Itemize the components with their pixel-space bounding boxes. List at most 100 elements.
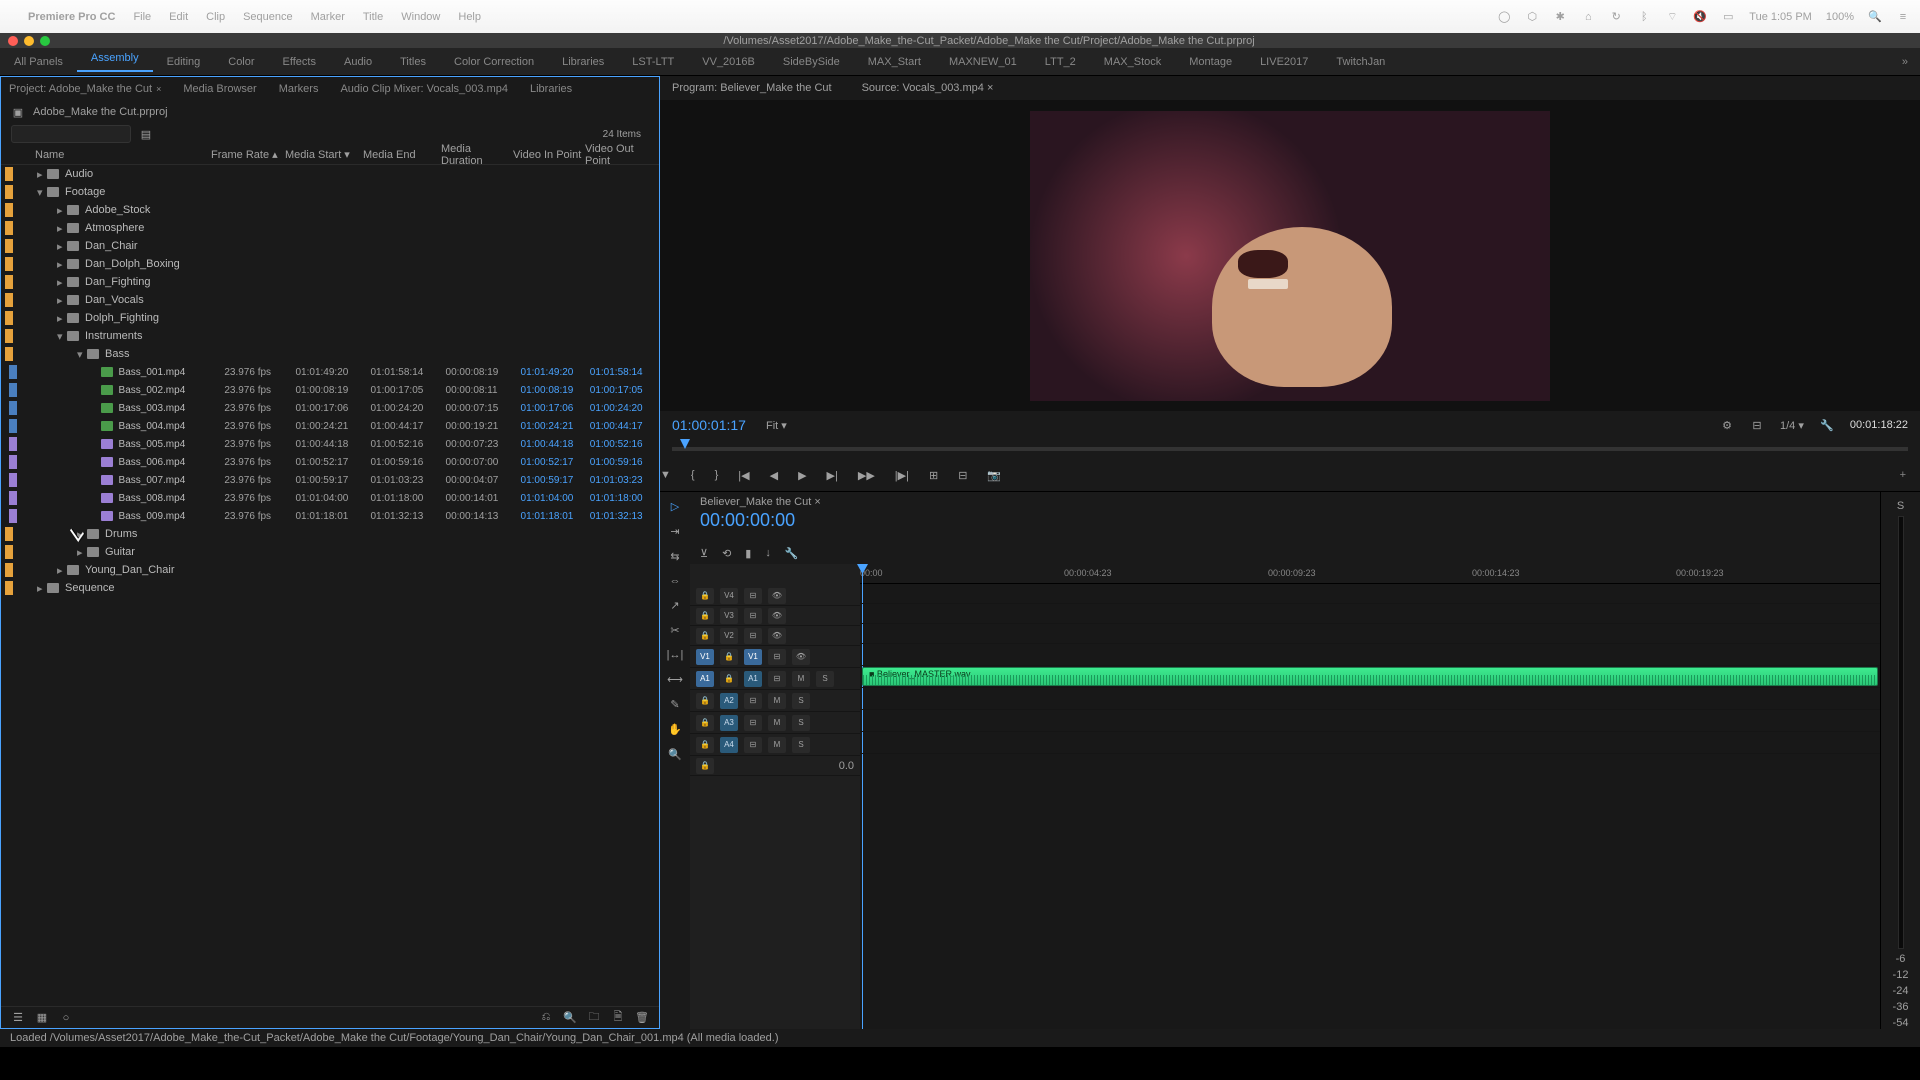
icon-view-icon[interactable]: ▦ [35, 1011, 49, 1024]
video-track-header[interactable]: 🔒V4⊟👁 [690, 586, 860, 606]
tab-project[interactable]: Project: Adobe_Make the Cut× [9, 83, 161, 95]
col-framerate[interactable]: Frame Rate ▴ [211, 148, 285, 161]
preview-area[interactable] [660, 100, 1920, 411]
tab-audio-mixer[interactable]: Audio Clip Mixer: Vocals_003.mp4 [340, 83, 508, 95]
clip-row[interactable]: Bass_002.mp423.976 fps01:00:08:1901:00:1… [1, 381, 659, 399]
menubar-clock[interactable]: Tue 1:05 PM [1749, 11, 1812, 23]
sequence-name[interactable]: Believer_Make the Cut [700, 496, 811, 508]
workspace-lst-ltt[interactable]: LST-LTT [618, 56, 688, 68]
mark-in-button[interactable]: ▼ [660, 469, 671, 481]
workspace-effects[interactable]: Effects [269, 56, 330, 68]
clip-row[interactable]: Bass_001.mp423.976 fps01:01:49:2001:01:5… [1, 363, 659, 381]
workspace-assembly[interactable]: Assembly [77, 52, 153, 72]
workspace-sidebyside[interactable]: SideBySide [769, 56, 854, 68]
go-to-in-button[interactable]: } [715, 469, 719, 481]
loop-button[interactable]: |▶| [895, 469, 909, 482]
spotlight-icon[interactable]: 🔍 [1868, 10, 1882, 23]
menu-help[interactable]: Help [458, 11, 481, 23]
playhead-icon[interactable] [680, 439, 690, 449]
workspace-ltt_2[interactable]: LTT_2 [1031, 56, 1090, 68]
solo-icon[interactable]: S [1897, 500, 1904, 512]
video-track-header[interactable]: V1🔒V1⊟👁 [690, 646, 860, 668]
workspace-vv_2016b[interactable]: VV_2016B [688, 56, 769, 68]
bluetooth-icon[interactable]: ᛒ [1637, 11, 1651, 23]
tab-program[interactable]: Program: Believer_Make the Cut [672, 82, 832, 94]
workspace-libraries[interactable]: Libraries [548, 56, 618, 68]
col-media-end[interactable]: Media End [363, 149, 441, 161]
insert-button[interactable]: ⊞ [929, 469, 938, 482]
workspace-montage[interactable]: Montage [1175, 56, 1246, 68]
add-button-icon[interactable]: + [1900, 469, 1920, 481]
go-to-out-button[interactable]: ▶▶ [858, 469, 875, 482]
video-track[interactable] [860, 644, 1880, 666]
clip-row[interactable]: Bass_003.mp423.976 fps01:00:17:0601:00:2… [1, 399, 659, 417]
filter-icon[interactable]: ▤ [139, 128, 153, 141]
evernote-icon[interactable]: ✱ [1553, 10, 1567, 23]
out-icon[interactable]: ⊟ [1750, 419, 1764, 432]
wrench-icon[interactable]: 🔧 [1820, 419, 1834, 432]
backup-icon[interactable]: ↻ [1609, 10, 1623, 23]
folder-audio[interactable]: ▸Audio [1, 165, 659, 183]
video-track[interactable] [860, 624, 1880, 644]
linked-sel-icon[interactable]: ⟲ [722, 547, 731, 560]
clip-row[interactable]: Bass_004.mp423.976 fps01:00:24:2101:00:4… [1, 417, 659, 435]
audio-track-header[interactable]: A1🔒A1⊟MS [690, 668, 860, 690]
folder-dan_dolph_boxing[interactable]: ▸Dan_Dolph_Boxing [1, 255, 659, 273]
close-window-icon[interactable] [8, 36, 18, 46]
clip-row[interactable]: Bass_005.mp423.976 fps01:00:44:1801:00:5… [1, 435, 659, 453]
video-track-header[interactable]: 🔒V2⊟👁 [690, 626, 860, 646]
workspace-twitchjan[interactable]: TwitchJan [1322, 56, 1399, 68]
new-bin-icon[interactable]: 🗀 [587, 1008, 601, 1027]
audio-track-header[interactable]: 🔒A4⊟MS [690, 734, 860, 756]
razor-tool-icon[interactable]: ✂ [670, 624, 679, 637]
volume-icon[interactable]: 🔇 [1693, 10, 1707, 23]
tab-libraries[interactable]: Libraries [530, 83, 572, 95]
scrub-bar[interactable] [672, 439, 1908, 459]
workspace-color[interactable]: Color [214, 56, 268, 68]
auto-sequence-icon[interactable]: ⎌ [539, 1011, 553, 1024]
folder-footage[interactable]: ▾Footage [1, 183, 659, 201]
menu-clip[interactable]: Clip [206, 11, 225, 23]
folder-adobe_stock[interactable]: ▸Adobe_Stock [1, 201, 659, 219]
menu-edit[interactable]: Edit [169, 11, 188, 23]
col-media-duration[interactable]: Media Duration [441, 143, 513, 167]
col-video-in[interactable]: Video In Point [513, 149, 585, 161]
slide-tool-icon[interactable]: ⟷ [667, 673, 683, 686]
track-area[interactable]: 00:0000:00:04:2300:00:09:2300:00:14:2300… [860, 564, 1880, 1029]
zoom-fit[interactable]: Fit ▾ [766, 419, 787, 432]
clip-row[interactable]: Bass_008.mp423.976 fps01:01:04:0001:01:1… [1, 489, 659, 507]
display-icon[interactable]: ▭ [1721, 10, 1735, 23]
hand-tool-icon[interactable]: ✋ [668, 723, 682, 736]
folder-dan_chair[interactable]: ▸Dan_Chair [1, 237, 659, 255]
menu-icon[interactable]: ≡ [1896, 11, 1910, 23]
selection-tool-icon[interactable]: ▷ [671, 500, 679, 513]
timeline-timecode[interactable]: 00:00:00:00 [700, 510, 1870, 531]
next-frame-button[interactable]: ▶| [827, 469, 838, 482]
home-icon[interactable]: ⌂ [1581, 11, 1595, 23]
workspace-max_start[interactable]: MAX_Start [854, 56, 935, 68]
list-view-icon[interactable]: ☰ [11, 1011, 25, 1024]
folder-dolph_fighting[interactable]: ▸Dolph_Fighting [1, 309, 659, 327]
menu-title[interactable]: Title [363, 11, 383, 23]
video-track-header[interactable]: 🔒V3⊟👁 [690, 606, 860, 626]
cc-status-icon[interactable]: ◯ [1497, 10, 1511, 23]
folder-bass[interactable]: ▾Bass [1, 345, 659, 363]
playback-res[interactable]: 1/4 ▾ [1780, 419, 1804, 432]
workspace-overflow-icon[interactable]: » [1888, 56, 1920, 68]
snap-icon[interactable]: ⊻ [700, 547, 708, 560]
export-frame-button[interactable]: 📷 [987, 469, 1001, 482]
col-name[interactable]: Name [35, 149, 211, 161]
audio-track-header[interactable]: 🔒A2⊟MS [690, 690, 860, 712]
workspace-maxnew_01[interactable]: MAXNEW_01 [935, 56, 1031, 68]
tab-media-browser[interactable]: Media Browser [183, 83, 256, 95]
workspace-max_stock[interactable]: MAX_Stock [1090, 56, 1175, 68]
folder-dan_vocals[interactable]: ▸Dan_Vocals [1, 291, 659, 309]
settings-icon[interactable]: ⚙ [1720, 419, 1734, 432]
folder-dan_fighting[interactable]: ▸Dan_Fighting [1, 273, 659, 291]
audio-clip[interactable]: ■ Believer_MASTER.wav [862, 667, 1878, 686]
tab-markers[interactable]: Markers [279, 83, 319, 95]
col-media-start[interactable]: Media Start ▾ [285, 148, 363, 161]
prev-frame-button[interactable]: ◀ [770, 469, 778, 482]
audio-track-a1[interactable]: ■ Believer_MASTER.wav [860, 666, 1880, 688]
clip-row[interactable]: Bass_009.mp423.976 fps01:01:18:0101:01:3… [1, 507, 659, 525]
